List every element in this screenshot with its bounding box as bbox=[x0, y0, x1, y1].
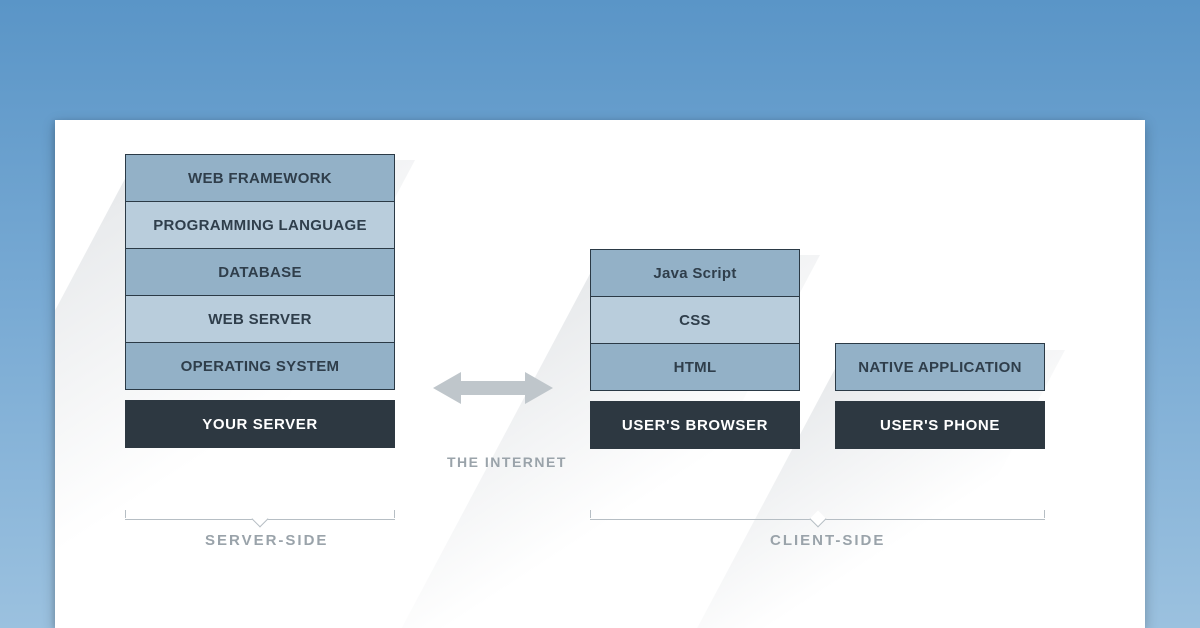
phone-base-label: USER'S PHONE bbox=[835, 401, 1045, 449]
browser-stack: Java Script CSS HTML USER'S BROWSER bbox=[590, 250, 800, 449]
server-stack: WEB FRAMEWORK PROGRAMMING LANGUAGE DATAB… bbox=[125, 155, 395, 448]
server-layer-programming: PROGRAMMING LANGUAGE bbox=[125, 201, 395, 249]
browser-layer-js: Java Script bbox=[590, 249, 800, 297]
server-layer-os: OPERATING SYSTEM bbox=[125, 342, 395, 390]
server-brace bbox=[125, 510, 395, 520]
browser-layer-html: HTML bbox=[590, 343, 800, 391]
double-arrow-icon bbox=[433, 368, 553, 408]
client-group-label: CLIENT-SIDE bbox=[770, 532, 885, 549]
diagram-content: WEB FRAMEWORK PROGRAMMING LANGUAGE DATAB… bbox=[55, 120, 1145, 628]
browser-base-label: USER'S BROWSER bbox=[590, 401, 800, 449]
server-base-label: YOUR SERVER bbox=[125, 400, 395, 448]
server-group-label: SERVER-SIDE bbox=[205, 532, 328, 549]
internet-label: THE INTERNET bbox=[447, 454, 567, 470]
client-brace bbox=[590, 510, 1045, 520]
browser-layer-css: CSS bbox=[590, 296, 800, 344]
phone-layer-native: NATIVE APPLICATION bbox=[835, 343, 1045, 391]
server-layer-web-server: WEB SERVER bbox=[125, 295, 395, 343]
server-layer-web-framework: WEB FRAMEWORK bbox=[125, 154, 395, 202]
server-layer-database: DATABASE bbox=[125, 248, 395, 296]
diagram-card: WEB FRAMEWORK PROGRAMMING LANGUAGE DATAB… bbox=[55, 120, 1145, 628]
phone-stack: NATIVE APPLICATION USER'S PHONE bbox=[835, 344, 1045, 449]
